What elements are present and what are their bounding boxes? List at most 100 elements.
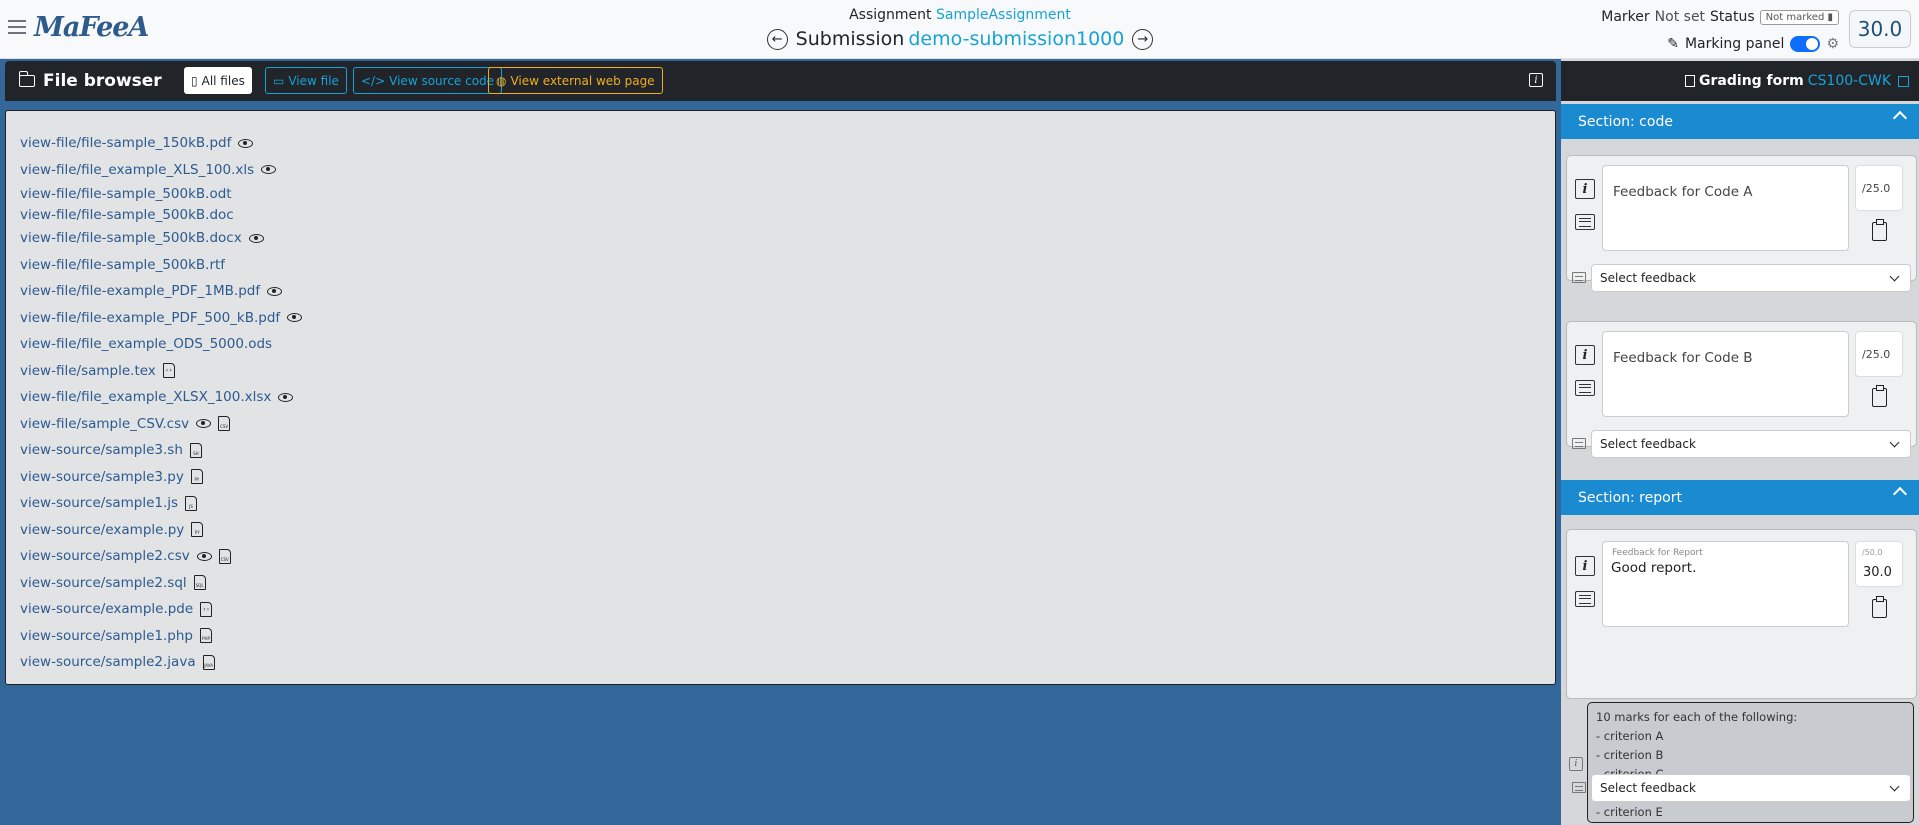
code-file-icon[interactable]: ‹› xyxy=(200,601,213,617)
grading-form-code[interactable]: CS100-CWK xyxy=(1808,73,1891,89)
list-icon[interactable] xyxy=(1575,591,1595,607)
file-link[interactable]: view-file/file-sample_500kB.rtf xyxy=(20,257,225,273)
java-file-icon[interactable]: JAVA xyxy=(202,654,215,670)
code-file-icon[interactable]: ‹› xyxy=(162,363,175,379)
view-file-button[interactable]: ▭ View file xyxy=(265,67,347,94)
file-link[interactable]: view-file/file-sample_500kB.doc xyxy=(20,207,234,223)
clipboard-icon[interactable] xyxy=(1872,385,1887,407)
file-list-item[interactable]: view-source/sample2.java JAVA xyxy=(20,649,302,676)
submission-name[interactable]: demo-submission1000 xyxy=(908,25,1124,53)
eye-icon[interactable] xyxy=(287,313,303,323)
file-list-item[interactable]: view-file/file-sample_500kB.doc xyxy=(20,204,302,225)
file-list-item[interactable]: view-file/file-sample_150kB.pdf xyxy=(20,130,302,157)
file-link[interactable]: view-file/file_example_XLS_100.xls xyxy=(20,162,254,178)
file-link[interactable]: view-file/file-example_PDF_1MB.pdf xyxy=(20,283,260,299)
info-icon[interactable]: i xyxy=(1575,179,1595,199)
file-link[interactable]: view-file/file-sample_500kB.odt xyxy=(20,186,232,202)
file-list-item[interactable]: view-source/sample1.php PHP xyxy=(20,623,302,650)
feedback-textarea[interactable]: Feedback for Code A xyxy=(1602,165,1849,251)
feedback-textarea[interactable]: Feedback for Report Good report. xyxy=(1602,541,1849,627)
eye-icon[interactable] xyxy=(278,392,294,402)
select-feedback-dropdown[interactable]: Select feedback xyxy=(1591,430,1911,458)
file-list-item[interactable]: view-file/file_example_XLS_100.xls xyxy=(20,157,302,184)
sql-file-icon[interactable]: SQL xyxy=(193,575,206,591)
status-badge[interactable]: Not marked ▮ xyxy=(1759,9,1839,25)
csv-file-icon[interactable]: CSV xyxy=(218,548,231,564)
file-list-item[interactable]: view-file/file-sample_500kB.docx xyxy=(20,225,302,252)
py-file-icon[interactable]: PY xyxy=(190,469,203,485)
eye-icon[interactable] xyxy=(261,165,277,175)
eye-icon[interactable] xyxy=(196,419,212,429)
view-source-button[interactable]: </> View source code xyxy=(353,67,503,94)
score-input[interactable]: /25.0 xyxy=(1855,165,1903,211)
file-list-item[interactable]: view-source/example.py PY xyxy=(20,517,302,544)
external-link-icon[interactable] xyxy=(1898,75,1909,87)
file-list-item[interactable]: view-file/sample.tex ‹› xyxy=(20,358,302,385)
file-link[interactable]: view-source/sample2.csv xyxy=(20,548,190,564)
file-link[interactable]: view-source/sample3.py xyxy=(20,469,184,485)
file-link[interactable]: view-source/sample3.sh xyxy=(20,442,183,458)
info-icon[interactable]: i xyxy=(1529,73,1543,87)
list-icon[interactable] xyxy=(1575,380,1595,396)
file-list-item[interactable]: view-file/file-example_PDF_1MB.pdf xyxy=(20,278,302,305)
file-list-item[interactable]: view-file/file-sample_500kB.rtf xyxy=(20,252,302,279)
info-icon[interactable]: i xyxy=(1575,556,1595,576)
file-link[interactable]: view-file/sample.tex xyxy=(20,363,156,379)
file-list-item[interactable]: view-source/sample3.sh SH xyxy=(20,437,302,464)
file-list-item[interactable]: view-file/file_example_ODS_5000.ods xyxy=(20,331,302,358)
file-list-item[interactable]: view-file/file-sample_500kB.odt xyxy=(20,183,302,204)
file-list-item[interactable]: view-file/sample_CSV.csv CSV xyxy=(20,411,302,438)
menu-icon[interactable] xyxy=(8,20,26,36)
assignment-name[interactable]: SampleAssignment xyxy=(936,7,1071,23)
all-files-button[interactable]: ▯ All files xyxy=(184,67,252,94)
file-list-item[interactable]: view-source/sample1.js JS xyxy=(20,490,302,517)
file-link[interactable]: view-source/example.py xyxy=(20,522,184,538)
file-link[interactable]: view-file/file-example_PDF_500_kB.pdf xyxy=(20,310,280,326)
list-icon[interactable] xyxy=(1575,214,1595,230)
info-icon[interactable]: i xyxy=(1569,757,1583,771)
file-link[interactable]: view-source/sample1.js xyxy=(20,495,178,511)
file-list-item[interactable]: view-file/file_example_XLSX_100.xlsx xyxy=(20,384,302,411)
gear-icon[interactable]: ⚙ xyxy=(1826,36,1839,52)
py-file-icon[interactable]: PY xyxy=(191,522,204,538)
file-list-item[interactable]: view-source/sample3.py PY xyxy=(20,464,302,491)
clipboard-icon[interactable] xyxy=(1872,596,1887,618)
info-icon[interactable]: i xyxy=(1575,345,1595,365)
select-feedback-dropdown[interactable]: Select feedback xyxy=(1591,264,1911,292)
next-submission-button[interactable]: → xyxy=(1132,28,1154,50)
file-link[interactable]: view-source/sample1.php xyxy=(20,628,193,644)
app-logo: MaFeeA xyxy=(34,12,149,43)
eye-icon[interactable] xyxy=(196,551,212,561)
file-link[interactable]: view-file/file-sample_500kB.docx xyxy=(20,230,242,246)
file-list-item[interactable]: view-source/sample2.sql SQL xyxy=(20,570,302,597)
select-feedback-dropdown[interactable]: Select feedback xyxy=(1591,774,1911,802)
eye-icon[interactable] xyxy=(248,233,264,243)
clipboard-icon[interactable] xyxy=(1872,219,1887,241)
file-link[interactable]: view-file/file_example_XLSX_100.xlsx xyxy=(20,389,271,405)
eye-icon[interactable] xyxy=(238,138,254,148)
file-link[interactable]: view-source/sample2.java xyxy=(20,654,196,670)
marking-panel-toggle[interactable] xyxy=(1790,36,1821,52)
section-header-report[interactable]: Section: report xyxy=(1561,480,1919,515)
view-external-button[interactable]: ◍ View external web page xyxy=(488,67,663,94)
form-icon xyxy=(1685,75,1696,87)
file-link[interactable]: view-file/file_example_ODS_5000.ods xyxy=(20,336,272,352)
feedback-textarea[interactable]: Feedback for Code B xyxy=(1602,331,1849,417)
score-input[interactable]: /25.0 xyxy=(1855,331,1903,377)
csv-file-icon[interactable]: CSV xyxy=(218,416,231,432)
file-link[interactable]: view-source/example.pde xyxy=(20,601,193,617)
file-list-item[interactable]: view-source/sample2.csv CSV xyxy=(20,543,302,570)
file-link[interactable]: view-source/sample2.sql xyxy=(20,575,187,591)
eye-icon[interactable] xyxy=(267,286,283,296)
sh-file-icon[interactable]: SH xyxy=(189,442,202,458)
previous-submission-button[interactable]: ← xyxy=(766,28,788,50)
php-file-icon[interactable]: PHP xyxy=(200,628,212,644)
score-input[interactable]: /50.0 30.0 xyxy=(1855,541,1903,587)
section-header-code[interactable]: Section: code xyxy=(1561,104,1919,139)
file-list-item[interactable]: view-source/example.pde ‹› xyxy=(20,596,302,623)
js-file-icon[interactable]: JS xyxy=(185,495,198,511)
file-link[interactable]: view-file/file-sample_150kB.pdf xyxy=(20,135,231,151)
file-list-item[interactable]: view-file/file-example_PDF_500_kB.pdf xyxy=(20,305,303,332)
grading-form-header: Grading form CS100-CWK xyxy=(1561,61,1919,101)
file-link[interactable]: view-file/sample_CSV.csv xyxy=(20,416,189,432)
